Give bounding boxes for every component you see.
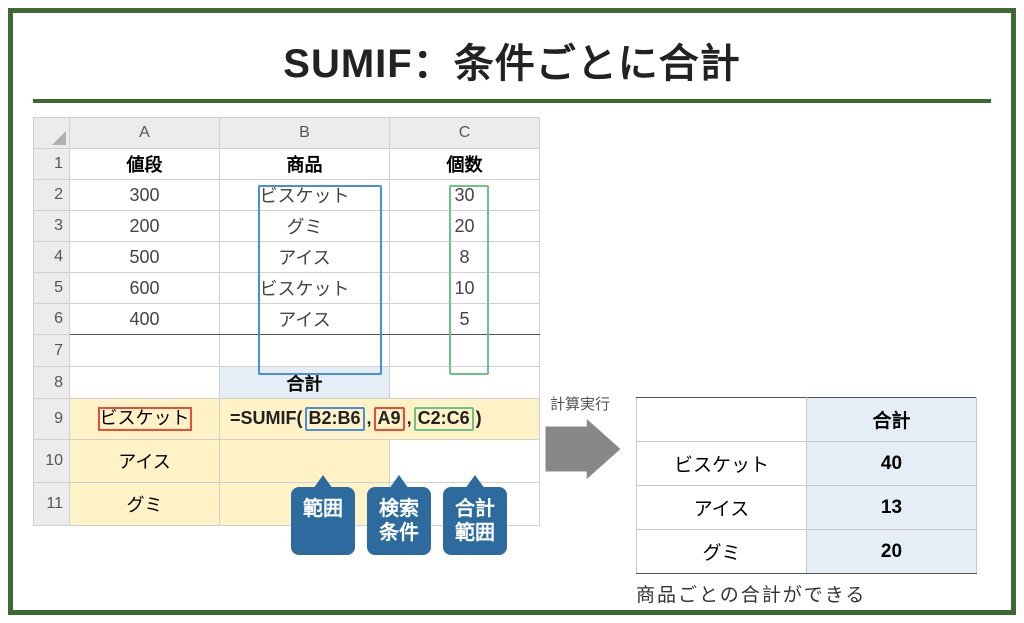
cell: 600 (70, 273, 220, 304)
cell: 500 (70, 242, 220, 273)
row-header: 6 (34, 304, 70, 335)
cell: 30 (390, 180, 540, 211)
row-header: 7 (34, 335, 70, 367)
formula-suffix: ) (474, 408, 484, 428)
formula-criteria: A9 (374, 407, 405, 431)
header-price: 値段 (70, 149, 220, 180)
col-header-B: B (220, 118, 390, 149)
criteria-value: ビスケット (98, 407, 192, 431)
cell: 8 (390, 242, 540, 273)
result-name: グミ (637, 530, 807, 574)
spreadsheet: A B C 1 値段 商品 個数 2 300 ビスケット 30 3 (33, 117, 540, 526)
cell: 20 (390, 211, 540, 242)
callouts: 範囲 検索 条件 合計 範囲 (291, 487, 507, 555)
formula-sumrange: C2:C6 (414, 407, 474, 431)
criteria-cell: ビスケット (70, 399, 220, 440)
cell: 10 (390, 273, 540, 304)
formula-prefix: =SUMIF( (228, 408, 305, 428)
cell: ビスケット (220, 273, 390, 304)
cell: アイス (220, 304, 390, 335)
sum-header-cell: 合計 (220, 367, 390, 399)
cell: 400 (70, 304, 220, 335)
row-header: 8 (34, 367, 70, 399)
formula-range: B2:B6 (305, 407, 365, 431)
title-underline (33, 99, 991, 103)
col-header-A: A (70, 118, 220, 149)
exec-label: 計算実行 (550, 393, 610, 414)
result-table: 合計 ビスケット 40 アイス 13 グミ 20 (636, 397, 977, 574)
row-header: 2 (34, 180, 70, 211)
callout-range: 範囲 (291, 487, 355, 555)
row-header: 4 (34, 242, 70, 273)
cell (220, 439, 390, 482)
cell: 300 (70, 180, 220, 211)
result-header: 合計 (807, 398, 977, 442)
result-val: 20 (807, 530, 977, 574)
callout-criteria: 検索 条件 (367, 487, 431, 555)
right-panel: 計算実行 合計 ビスケット 40 アイス 13 グミ (550, 117, 991, 607)
result-blank (637, 398, 807, 442)
content-row: A B C 1 値段 商品 個数 2 300 ビスケット 30 3 (13, 117, 1011, 607)
slide-title: SUMIF：条件ごとに合計 (13, 13, 1011, 99)
result-val: 13 (807, 486, 977, 530)
spreadsheet-wrap: A B C 1 値段 商品 個数 2 300 ビスケット 30 3 (33, 117, 540, 526)
empty-cell (220, 335, 390, 367)
cell: グミ (70, 482, 220, 525)
cell: 5 (390, 304, 540, 335)
arrow-icon (544, 419, 622, 479)
result-val: 40 (807, 442, 977, 486)
result-name: アイス (637, 486, 807, 530)
cell: グミ (220, 211, 390, 242)
sheet-corner (34, 118, 70, 149)
empty-cell (70, 367, 220, 399)
header-qty: 個数 (390, 149, 540, 180)
formula-sep: , (365, 408, 374, 428)
result-caption: 商品ごとの合計ができる (636, 580, 866, 607)
header-product: 商品 (220, 149, 390, 180)
row-header: 3 (34, 211, 70, 242)
cell: アイス (220, 242, 390, 273)
cell: 200 (70, 211, 220, 242)
empty-cell (70, 335, 220, 367)
row-header: 5 (34, 273, 70, 304)
col-header-C: C (390, 118, 540, 149)
empty-cell (390, 367, 540, 399)
cell: ビスケット (220, 180, 390, 211)
empty-cell (390, 335, 540, 367)
row-header: 10 (34, 439, 70, 482)
slide-frame: SUMIF：条件ごとに合計 A B C 1 値段 商品 個数 2 30 (8, 8, 1016, 615)
result-name: ビスケット (637, 442, 807, 486)
row-header: 11 (34, 482, 70, 525)
formula-sep: , (405, 408, 414, 428)
row-header: 9 (34, 399, 70, 440)
cell: アイス (70, 439, 220, 482)
formula-cell: =SUMIF(B2:B6,A9,C2:C6) (220, 399, 540, 440)
row-header: 1 (34, 149, 70, 180)
callout-sumrange: 合計 範囲 (443, 487, 507, 555)
